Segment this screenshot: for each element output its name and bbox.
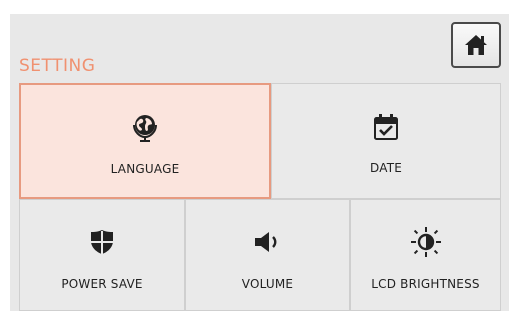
power-save-label: POWER SAVE	[61, 277, 143, 291]
language-label: LANGUAGE	[110, 162, 180, 176]
brightness-icon	[410, 227, 441, 257]
home-button[interactable]	[451, 22, 501, 68]
settings-screen: SETTING LANGUAGE DATE POWER SAVE VOLUME …	[0, 0, 519, 311]
globe-icon	[133, 115, 157, 142]
lcd-brightness-label: LCD BRIGHTNESS	[371, 277, 480, 291]
volume-label: VOLUME	[241, 277, 294, 291]
page-title: SETTING	[19, 56, 96, 76]
shield-icon	[91, 230, 113, 254]
calendar-check-icon	[374, 114, 398, 140]
language-tile[interactable]: LANGUAGE	[19, 83, 271, 199]
volume-tile[interactable]: VOLUME	[185, 199, 350, 311]
power-save-tile[interactable]: POWER SAVE	[19, 199, 185, 311]
home-icon	[465, 35, 487, 55]
date-tile[interactable]: DATE	[271, 83, 501, 199]
speaker-icon	[254, 232, 276, 252]
date-label: DATE	[369, 161, 403, 175]
lcd-brightness-tile[interactable]: LCD BRIGHTNESS	[350, 199, 501, 311]
